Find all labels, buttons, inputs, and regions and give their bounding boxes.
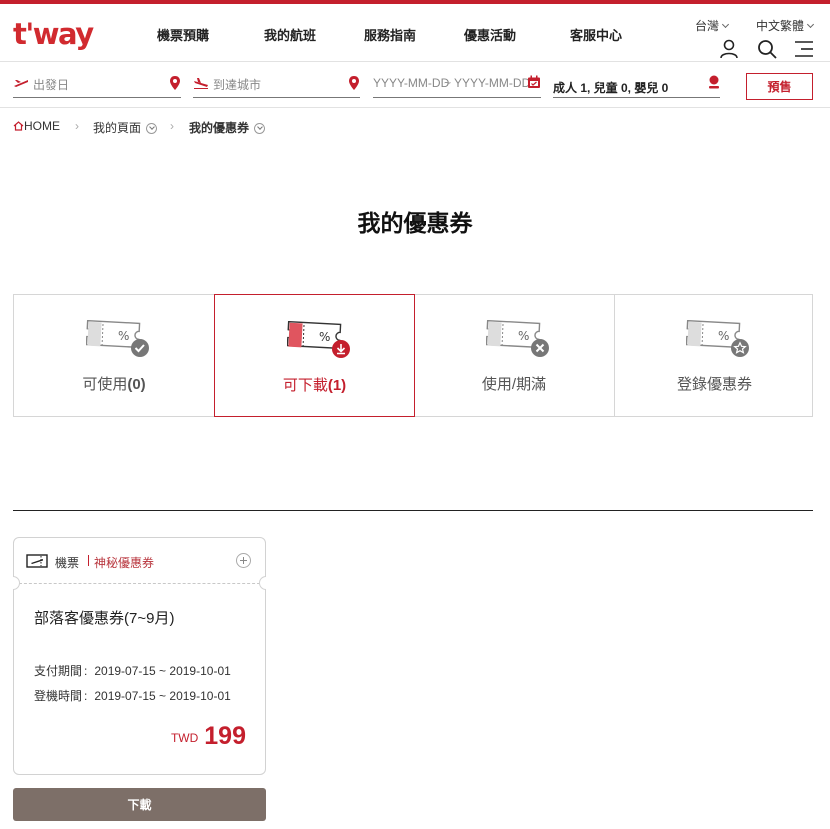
chevron-down-icon[interactable]	[146, 123, 158, 134]
coupon-tabs: % 可使用(0) % 可下載(1) % 使用/期滿 % 登錄優惠券	[13, 294, 813, 417]
page-title: 我的優惠券	[357, 210, 473, 236]
coupon-type-separator	[88, 555, 89, 566]
ticket-icon	[26, 554, 48, 568]
chevron-down-icon	[721, 20, 730, 29]
flight-search-bar: 出發日 到達城市 YYYY-MM-DD ~ YYYY-MM-DD 成人 1, 兒…	[0, 63, 830, 108]
plane-takeoff-icon	[14, 80, 28, 87]
coupon-icon: %	[486, 320, 549, 357]
home-icon	[13, 121, 24, 131]
menu-icon[interactable]	[793, 38, 815, 60]
chevron-down-icon[interactable]	[254, 123, 266, 134]
location-pin-icon[interactable]	[169, 75, 181, 91]
tab-downloadable[interactable]: % 可下載(1)	[214, 294, 415, 417]
logo[interactable]: t'way	[13, 14, 94, 54]
svg-text:%: %	[118, 329, 129, 343]
breadcrumb-separator: ›	[170, 119, 174, 133]
country-select[interactable]: 台灣	[695, 17, 730, 34]
nav-item-my-flights[interactable]: 我的航班	[264, 25, 316, 44]
site-header: t'way 機票預購 我的航班 服務指南 優惠活動 客服中心 台灣 中文繁體	[0, 4, 830, 62]
passenger-icon[interactable]	[708, 75, 720, 89]
user-icon[interactable]	[718, 38, 740, 60]
coupon-price: TWD 199	[170, 722, 246, 750]
location-pin-icon[interactable]	[348, 75, 360, 91]
date-separator: ~	[444, 76, 452, 90]
card-notch-left	[13, 576, 20, 590]
chevron-down-icon	[806, 20, 815, 29]
nav-item-customer-center[interactable]: 客服中心	[570, 25, 622, 44]
booking-button[interactable]: 預售	[746, 73, 813, 100]
download-button[interactable]: 下載	[13, 788, 266, 821]
expand-plus-icon[interactable]	[236, 553, 251, 568]
coupon-icon: %	[686, 320, 749, 357]
breadcrumb-home[interactable]: HOME	[13, 119, 60, 133]
svg-text:%: %	[718, 329, 729, 343]
plane-landing-icon	[194, 78, 208, 89]
date-end: YYYY-MM-DD	[454, 76, 531, 90]
coupon-card: 機票 神秘優惠券 部落客優惠券(7~9月) 支付期間:2019-07-15 ~ …	[13, 537, 266, 775]
coupon-icon: %	[86, 320, 149, 357]
svg-text:%: %	[518, 329, 529, 343]
coupon-type: 機票	[55, 556, 80, 570]
date-start: YYYY-MM-DD	[373, 76, 450, 90]
coupon-card-header: 機票 神秘優惠券	[14, 538, 265, 584]
boarding-period-row: 登機時間:2019-07-15 ~ 2019-10-01	[34, 689, 231, 703]
tab-used-expired[interactable]: % 使用/期滿	[414, 294, 615, 417]
arrival-field[interactable]: 到達城市	[193, 70, 360, 98]
language-select[interactable]: 中文繁體	[756, 17, 815, 34]
tab-register-coupon[interactable]: % 登錄優惠券	[614, 294, 815, 417]
calendar-icon[interactable]	[527, 75, 541, 89]
nav-item-promotions[interactable]: 優惠活動	[464, 25, 516, 44]
coupon-name: 神秘優惠券	[94, 556, 155, 570]
nav-item-booking[interactable]: 機票預購	[157, 25, 209, 44]
departure-field[interactable]: 出發日	[13, 70, 181, 98]
search-icon[interactable]	[756, 38, 778, 60]
coupon-icon: %	[287, 321, 350, 358]
card-notch-right	[259, 576, 266, 590]
payment-period-row: 支付期間:2019-07-15 ~ 2019-10-01	[34, 664, 231, 678]
passenger-field[interactable]: 成人 1, 兒童 0, 嬰兒 0	[553, 70, 720, 98]
tab-available[interactable]: % 可使用(0)	[14, 294, 215, 417]
breadcrumb-my-page[interactable]: 我的頁面	[93, 119, 158, 136]
breadcrumb-my-coupons[interactable]: 我的優惠券	[189, 119, 266, 136]
coupon-title: 部落客優惠券(7~9月)	[34, 610, 175, 627]
svg-text:%: %	[319, 330, 330, 344]
section-divider	[13, 510, 813, 511]
travel-date-field[interactable]: YYYY-MM-DD ~ YYYY-MM-DD	[373, 70, 541, 98]
breadcrumb-separator: ›	[75, 119, 79, 133]
nav-item-service-guide[interactable]: 服務指南	[364, 25, 416, 44]
